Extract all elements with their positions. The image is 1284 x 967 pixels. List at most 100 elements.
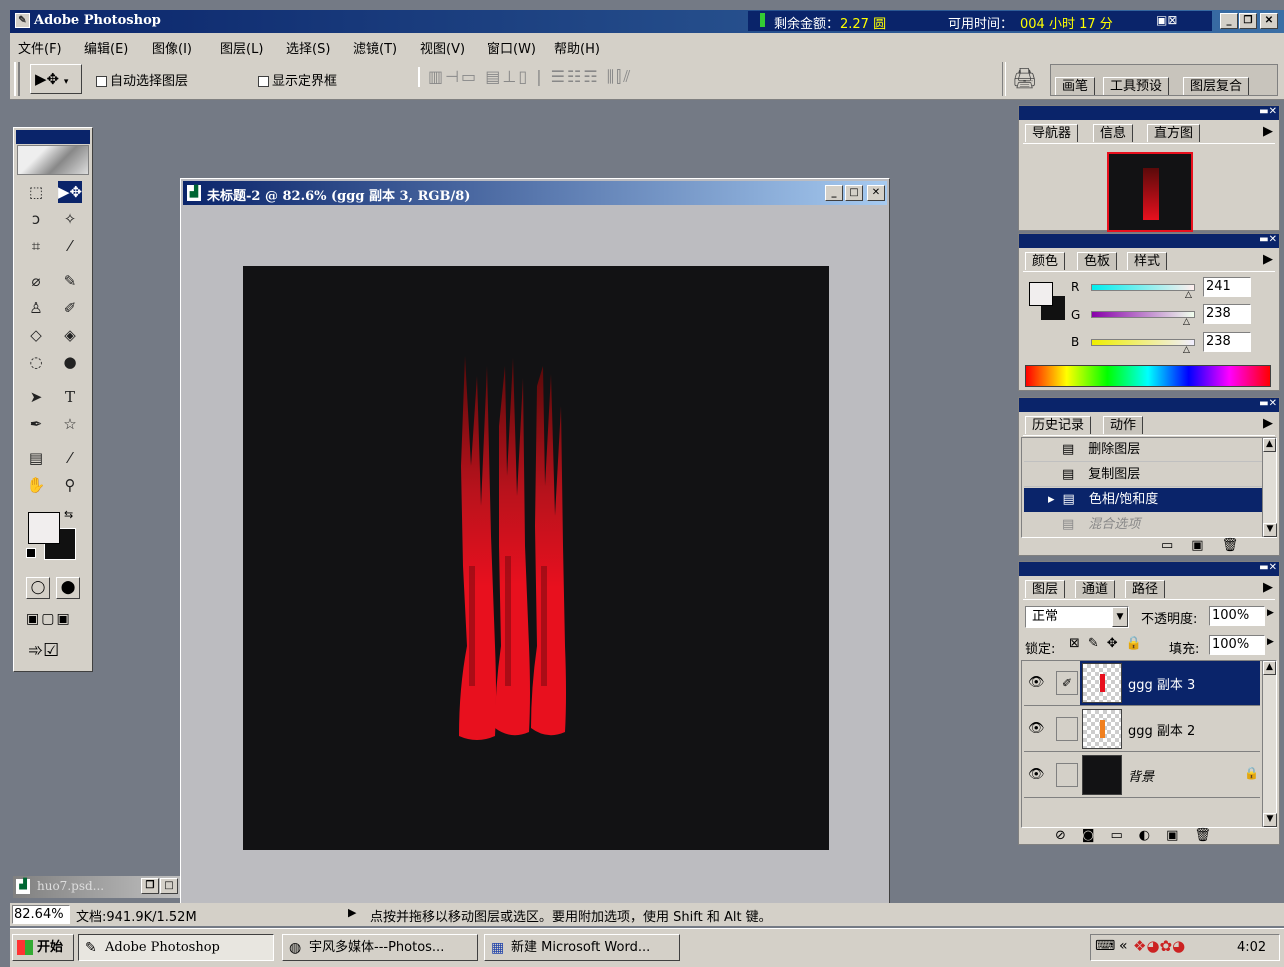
keyboard-icon[interactable]: ⌨ (1095, 938, 1115, 954)
status-arrow-icon[interactable]: ▶ (348, 906, 356, 919)
swap-colors-icon[interactable]: ⇆ (64, 508, 73, 521)
r-slider-thumb-icon[interactable]: △ (1185, 290, 1192, 300)
blend-mode-select[interactable]: 正常 ▼ (1025, 606, 1129, 628)
screen-mode-icons[interactable]: ▣▢▣ (26, 611, 72, 627)
menu-filter[interactable]: 滤镜(T) (353, 38, 397, 57)
tab-histogram[interactable]: 直方图 (1147, 124, 1201, 142)
tab-history[interactable]: 历史记录 (1025, 416, 1092, 434)
chevron-down-icon[interactable]: ▼ (1112, 607, 1128, 627)
g-channel-slider[interactable] (1091, 311, 1195, 318)
document-close-button[interactable]: ✕ (867, 185, 885, 201)
visibility-eye-icon[interactable]: 👁 (1028, 767, 1045, 782)
clone-stamp-icon[interactable]: ♙ (24, 297, 48, 319)
r-channel-input[interactable]: 241 (1203, 277, 1251, 297)
history-panel-header[interactable]: ▬✕ (1019, 398, 1279, 412)
close-button[interactable]: ✕ (1260, 13, 1278, 29)
b-channel-slider[interactable] (1091, 339, 1195, 346)
menu-image[interactable]: 图像(I) (152, 38, 192, 57)
fill-input[interactable]: 100% (1209, 635, 1265, 655)
menu-file[interactable]: 文件(F) (18, 38, 62, 57)
foreground-color-swatch[interactable] (28, 512, 60, 544)
document-minimize-button[interactable]: _ (825, 185, 843, 201)
lasso-tool-icon[interactable]: ↄ (24, 208, 48, 230)
navigator-thumbnail[interactable] (1107, 152, 1193, 232)
g-slider-thumb-icon[interactable]: △ (1183, 317, 1190, 327)
tab-tool-presets[interactable]: 工具预设 (1103, 77, 1170, 95)
restore-button[interactable]: ❐ (1239, 13, 1257, 29)
taskbar-item-word[interactable]: ▦ 新建 Microsoft Word... (484, 934, 680, 961)
align-icons[interactable]: ▥⊣▭ ▤⊥▯ | ☰☷☶ ⫼⫿⫽ (418, 67, 632, 87)
g-channel-input[interactable]: 238 (1203, 304, 1251, 324)
healing-brush-icon[interactable]: ⌀ (24, 270, 48, 292)
path-select-icon[interactable]: ➤ (24, 386, 48, 408)
move-tool-preset-button[interactable]: ▶✥ ▾ (30, 64, 82, 94)
tab-color[interactable]: 颜色 (1025, 252, 1066, 270)
menu-select[interactable]: 选择(S) (286, 38, 330, 57)
tab-swatches[interactable]: 色板 (1077, 252, 1118, 270)
menu-help[interactable]: 帮助(H) (554, 38, 600, 57)
history-footer-icons[interactable]: ▭▣🗑 (1161, 538, 1256, 553)
history-item[interactable]: ▤ 删除图层 (1024, 438, 1264, 462)
color-spectrum-bar[interactable] (1025, 365, 1271, 387)
magic-wand-icon[interactable]: ✧ (58, 208, 82, 230)
type-tool-icon[interactable]: T (58, 386, 82, 408)
layers-footer-icons[interactable]: ⊘◙▭◐▣🗑 (1055, 828, 1227, 843)
taskbar-item-browser[interactable]: ◍ 宇风多媒体---Photos... (282, 934, 478, 961)
marquee-tool-icon[interactable]: ⬚ (24, 181, 48, 203)
shape-tool-icon[interactable]: ☆ (58, 413, 82, 435)
start-button[interactable]: 开始 (12, 934, 74, 961)
document-canvas[interactable] (243, 266, 829, 850)
feather-logo[interactable] (17, 145, 89, 175)
tab-channels[interactable]: 通道 (1075, 580, 1116, 598)
tab-info[interactable]: 信息 (1093, 124, 1134, 142)
color-panel-header[interactable]: ▬✕ (1019, 234, 1279, 248)
document-maximize-button[interactable]: □ (845, 185, 863, 201)
tab-layers[interactable]: 图层 (1025, 580, 1066, 598)
panel-menu-icon[interactable]: ▶ (1263, 580, 1273, 595)
tab-paths[interactable]: 路径 (1125, 580, 1166, 598)
history-item[interactable]: ▤ 复制图层 (1024, 463, 1264, 487)
eyedropper-icon[interactable]: ⁄ (58, 447, 82, 469)
history-item[interactable]: ▤ 混合选项 (1024, 513, 1264, 537)
b-slider-thumb-icon[interactable]: △ (1183, 345, 1190, 355)
crop-tool-icon[interactable]: ⌗ (24, 235, 48, 257)
tab-styles[interactable]: 样式 (1127, 252, 1168, 270)
fill-arrow-icon[interactable]: ▶ (1267, 637, 1274, 647)
quickmask-mode-icon[interactable]: ⬤ (56, 577, 80, 599)
panel-menu-icon[interactable]: ▶ (1263, 416, 1273, 431)
tab-brushes[interactable]: 画笔 (1055, 77, 1096, 95)
tab-navigator[interactable]: 导航器 (1025, 124, 1079, 142)
default-colors-icon[interactable] (26, 548, 36, 558)
file-browser-icon[interactable]: 🖨 (1012, 66, 1037, 90)
menu-edit[interactable]: 编辑(E) (84, 38, 128, 57)
dodge-tool-icon[interactable]: ● (58, 351, 82, 373)
layer-row-selected[interactable]: 👁 ✐ ggg 副本 3 (1024, 661, 1260, 706)
tab-actions[interactable]: 动作 (1103, 416, 1144, 434)
zoom-tool-icon[interactable]: ⚲ (58, 474, 82, 496)
brush-tool-icon[interactable]: ✎ (58, 270, 82, 292)
zoom-field[interactable]: 82.64% (12, 905, 70, 924)
menu-view[interactable]: 视图(V) (420, 38, 465, 57)
billing-window-icon[interactable]: ▣⊠ (1156, 13, 1177, 27)
minimized-document[interactable]: ▟ huo7.psd... ❐ □ (13, 876, 180, 898)
layer-link-slot[interactable] (1056, 763, 1078, 787)
minimized-maximize-button[interactable]: □ (160, 878, 178, 894)
history-brush-icon[interactable]: ✐ (58, 297, 82, 319)
eraser-tool-icon[interactable]: ◇ (24, 324, 48, 346)
history-scrollbar[interactable]: ▲ ▼ (1262, 438, 1277, 537)
b-channel-input[interactable]: 238 (1203, 332, 1251, 352)
menu-window[interactable]: 窗口(W) (487, 38, 536, 57)
move-tool-icon[interactable]: ▶✥ (58, 181, 82, 203)
minimize-button[interactable]: _ (1220, 13, 1238, 29)
options-grip[interactable] (14, 62, 20, 96)
menu-layer[interactable]: 图层(L) (220, 38, 263, 57)
show-bounds-checkbox[interactable]: 显示定界框 (258, 70, 337, 89)
visibility-eye-icon[interactable]: 👁 (1028, 675, 1045, 690)
auto-select-checkbox[interactable]: 自动选择图层 (96, 70, 188, 89)
document-title-bar[interactable]: ▟ 未标题-2 @ 82.6% (ggg 副本 3, RGB/8) _ □ ✕ (183, 181, 887, 205)
panel-menu-icon[interactable]: ▶ (1263, 124, 1273, 139)
visibility-eye-icon[interactable]: 👁 (1028, 721, 1045, 736)
opacity-arrow-icon[interactable]: ▶ (1267, 608, 1274, 618)
layer-row[interactable]: 👁 背景 🔒 (1024, 753, 1260, 798)
slice-tool-icon[interactable]: ⁄ (58, 235, 82, 257)
